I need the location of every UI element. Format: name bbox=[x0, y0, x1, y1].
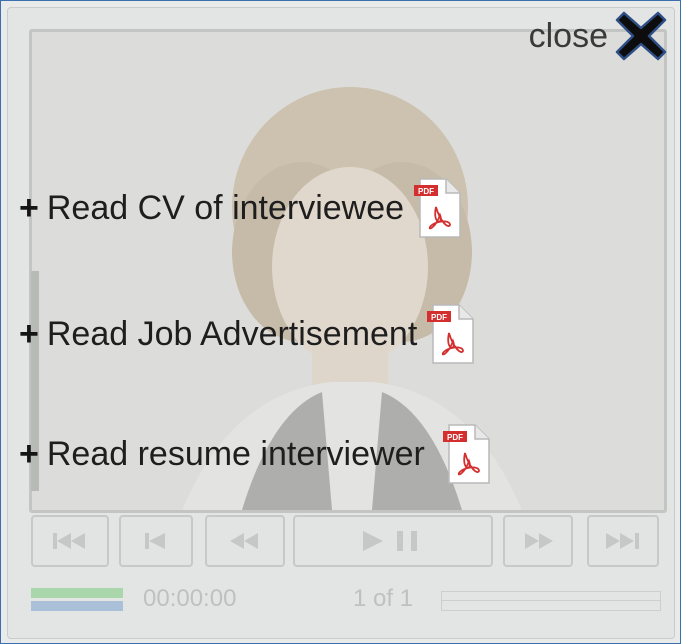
close-x-icon bbox=[615, 11, 667, 61]
pdf-file-icon: PDF bbox=[442, 424, 490, 484]
play-pause-icon bbox=[363, 531, 417, 551]
skip-to-end-icon bbox=[606, 533, 639, 549]
svg-text:PDF: PDF bbox=[447, 433, 463, 442]
pdf-file-icon: PDF bbox=[414, 178, 461, 238]
link-label: Read Job Advertisement bbox=[46, 314, 418, 353]
close-button[interactable]: close bbox=[529, 9, 668, 63]
track-counter: 1 of 1 bbox=[353, 585, 414, 612]
rewind-icon bbox=[230, 533, 258, 549]
fast-forward-button[interactable] bbox=[503, 515, 573, 567]
skip-to-start-button[interactable] bbox=[31, 515, 109, 567]
volume-bar-left[interactable] bbox=[31, 588, 123, 598]
plus-icon: + bbox=[19, 188, 39, 227]
skip-to-start-icon bbox=[53, 533, 85, 549]
seek-track bbox=[442, 600, 660, 601]
plus-icon: + bbox=[19, 314, 39, 353]
pdf-file-icon: PDF bbox=[427, 304, 475, 364]
link-label: Read resume interviewer bbox=[46, 434, 425, 473]
plus-icon: + bbox=[19, 434, 39, 473]
previous-icon bbox=[145, 533, 165, 549]
link-cv-interviewee[interactable]: + Read CV of interviewee PDF bbox=[19, 177, 462, 239]
fast-forward-icon bbox=[525, 533, 553, 549]
media-popup: close + Read CV of interviewee PDF + Rea… bbox=[0, 0, 681, 644]
svg-text:PDF: PDF bbox=[418, 187, 434, 196]
link-label: Read CV of interviewee bbox=[46, 188, 405, 227]
time-display: 00:00:00 bbox=[143, 585, 237, 612]
link-resume-interviewer[interactable]: + Read resume interviewer PDF bbox=[19, 423, 491, 485]
link-job-advertisement[interactable]: + Read Job Advertisement PDF bbox=[19, 303, 475, 365]
previous-button[interactable] bbox=[119, 515, 193, 567]
close-label: close bbox=[528, 17, 608, 55]
seek-bar[interactable] bbox=[441, 591, 661, 611]
play-pause-button[interactable] bbox=[293, 515, 493, 567]
svg-text:PDF: PDF bbox=[431, 313, 447, 322]
rewind-button[interactable] bbox=[205, 515, 285, 567]
player-controls bbox=[31, 515, 659, 571]
volume-bar-right[interactable] bbox=[31, 601, 123, 611]
skip-to-end-button[interactable] bbox=[587, 515, 659, 567]
